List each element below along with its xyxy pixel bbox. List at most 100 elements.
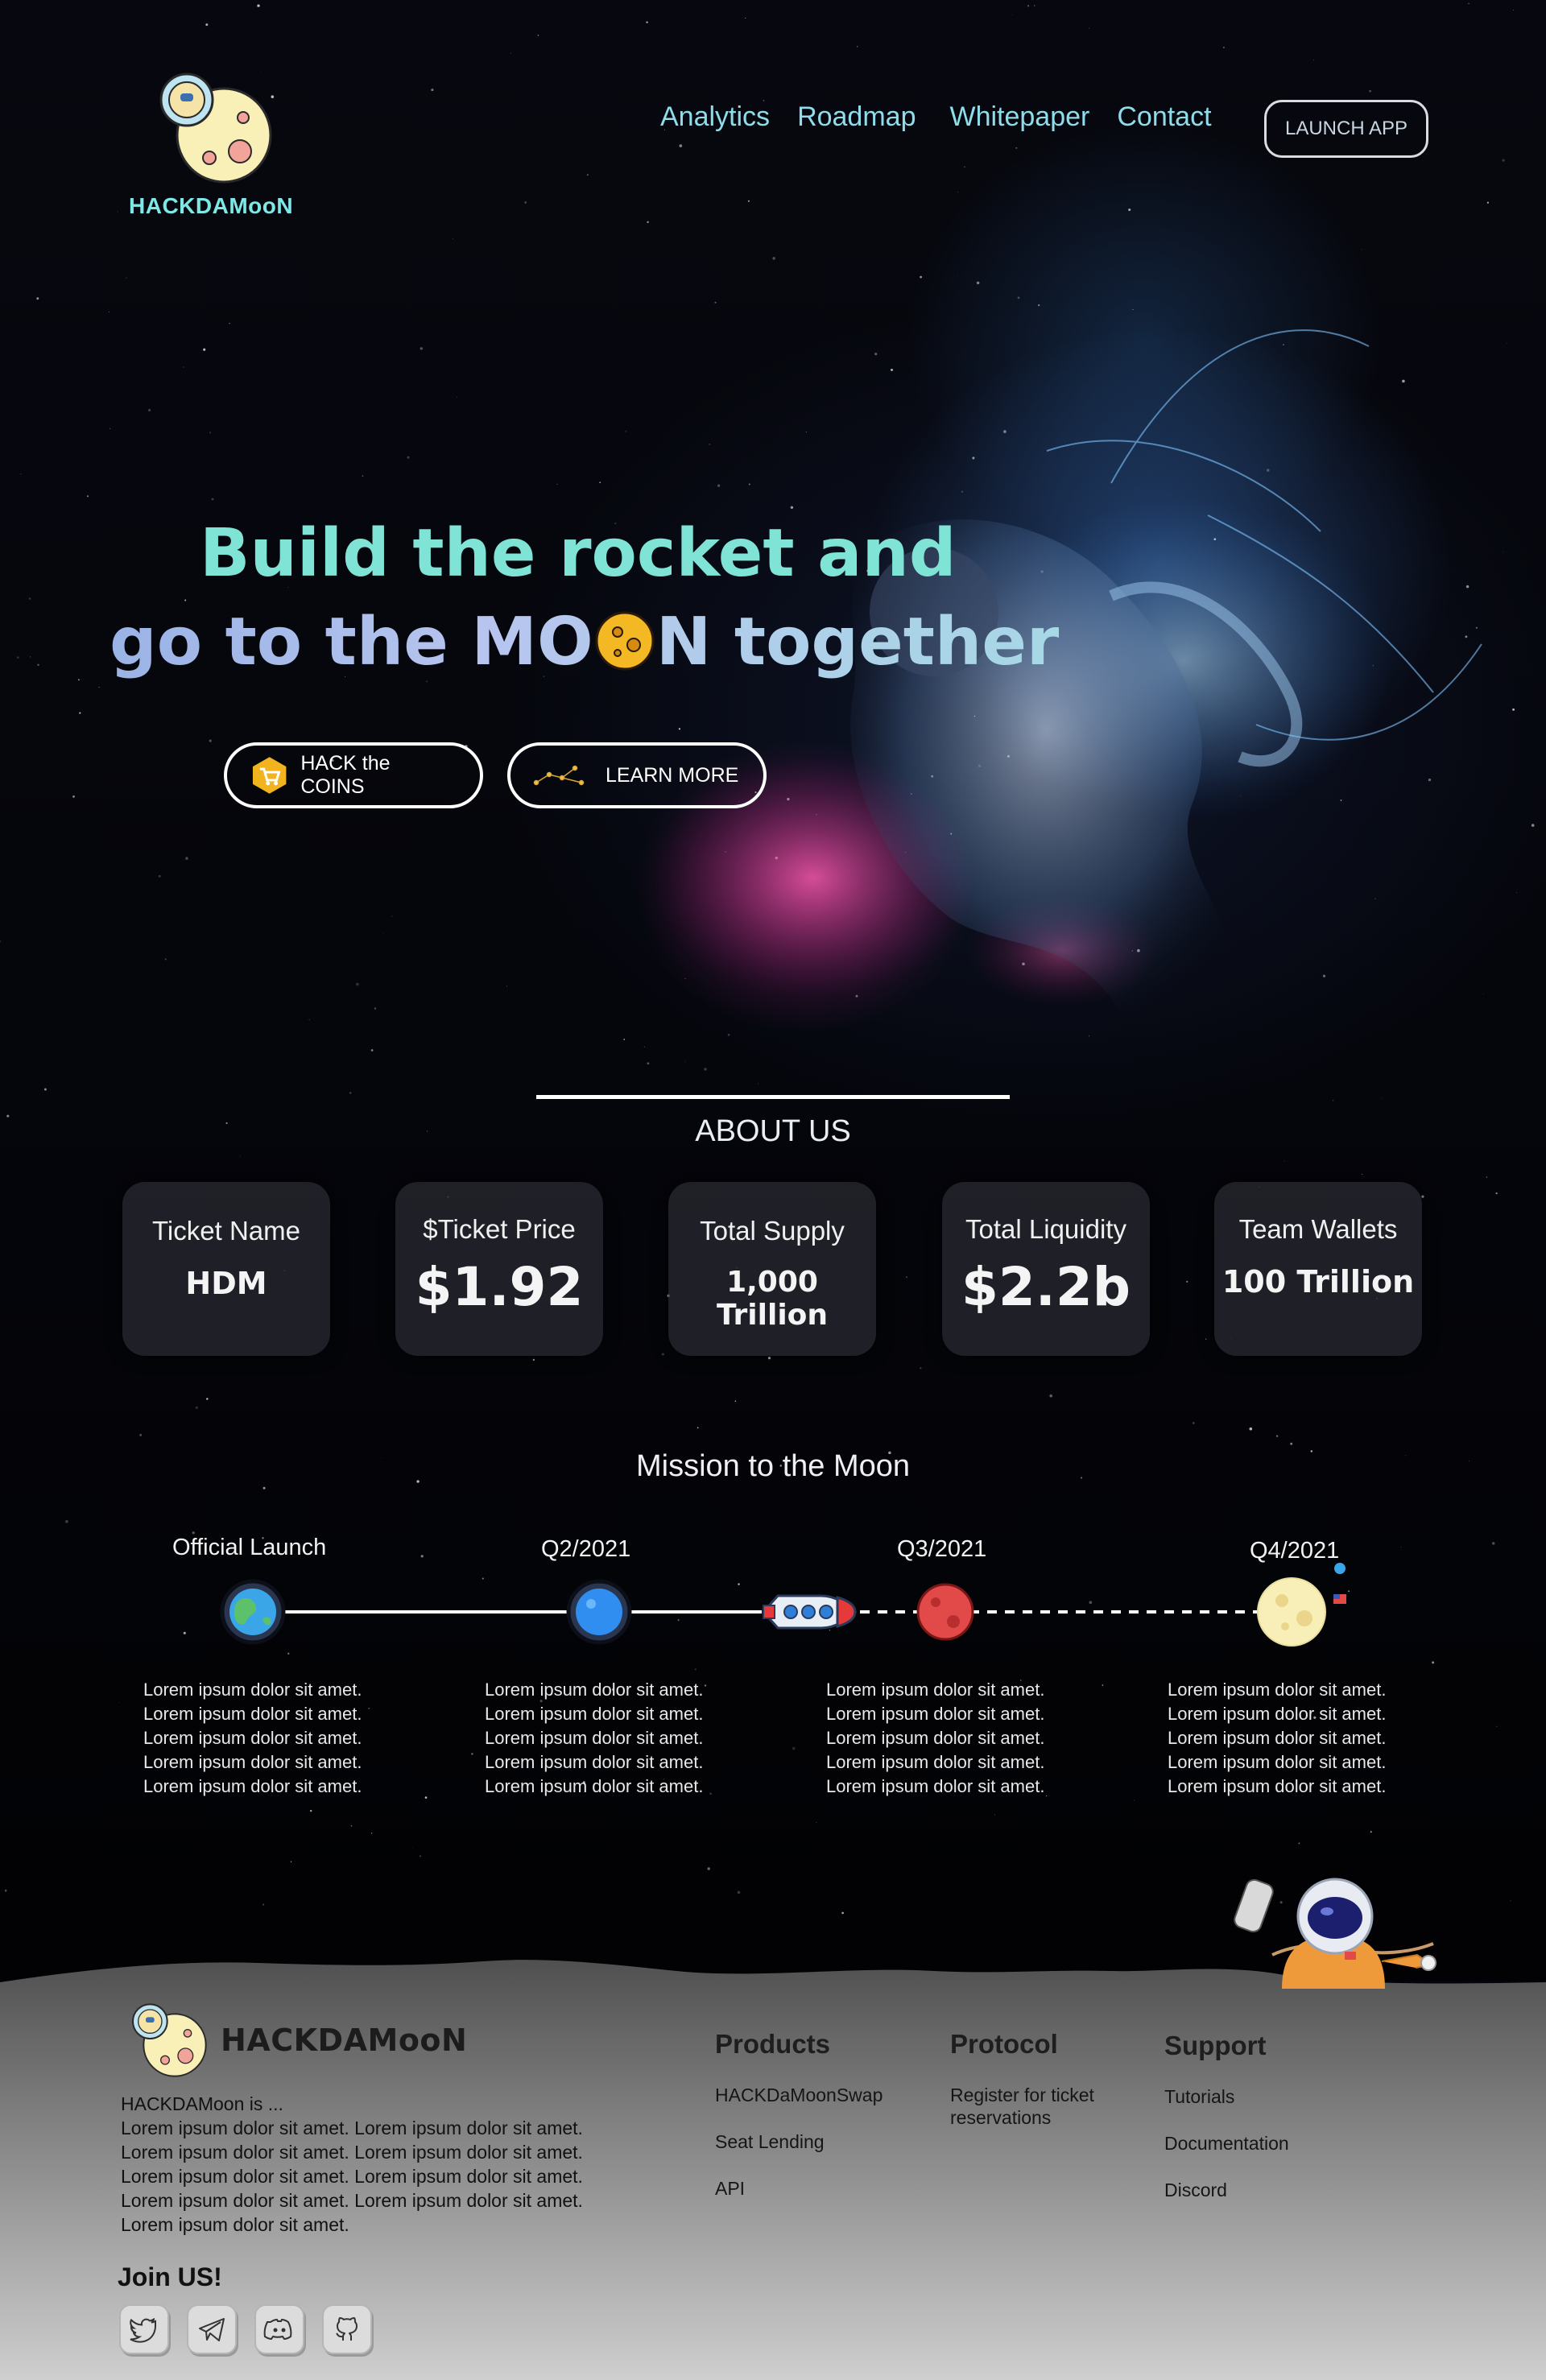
nav-whitepaper[interactable]: Whitepaper bbox=[949, 101, 1089, 133]
footer-column-protocol: Protocol Register for ticket reservation… bbox=[950, 2029, 1143, 2153]
footer-brand-name: HACKDAMooN bbox=[221, 2023, 468, 2058]
telegram-icon bbox=[199, 2318, 225, 2341]
main-nav: Analytics Roadmap Whitepaper Contact bbox=[660, 101, 1212, 133]
star bbox=[1249, 1427, 1253, 1431]
star bbox=[1284, 1160, 1285, 1162]
milestone-line: Lorem ipsum dolor sit amet. bbox=[143, 1776, 362, 1796]
star bbox=[661, 1353, 664, 1356]
launch-app-button[interactable]: LAUNCH APP bbox=[1264, 100, 1428, 158]
star bbox=[471, 1753, 473, 1755]
github-button[interactable] bbox=[322, 2304, 372, 2354]
about-divider bbox=[536, 1095, 1010, 1099]
milestone-line: Lorem ipsum dolor sit amet. bbox=[826, 1752, 1045, 1772]
star bbox=[994, 1814, 995, 1816]
milestone-line: Lorem ipsum dolor sit amet. bbox=[143, 1752, 362, 1772]
footer-desc-line: Lorem ipsum dolor sit amet. bbox=[121, 2214, 349, 2235]
nav-roadmap[interactable]: Roadmap bbox=[797, 101, 916, 133]
stat-value: HDM bbox=[185, 1266, 267, 1301]
stat-card-total-liquidity: Total Liquidity $2.2b bbox=[942, 1182, 1150, 1356]
star bbox=[1421, 1195, 1424, 1198]
footer-link-register[interactable]: Register for ticket reservations bbox=[950, 2084, 1143, 2129]
telegram-button[interactable] bbox=[187, 2304, 237, 2354]
milestone-line: Lorem ipsum dolor sit amet. bbox=[485, 1728, 704, 1748]
milestone-description: Lorem ipsum dolor sit amet. Lorem ipsum … bbox=[143, 1678, 401, 1799]
footer-link-discord[interactable]: Discord bbox=[1164, 2179, 1289, 2201]
star bbox=[1275, 1435, 1279, 1437]
twitter-icon bbox=[130, 2317, 156, 2343]
star bbox=[1298, 1842, 1300, 1845]
star bbox=[792, 1746, 796, 1750]
footer-link-tutorials[interactable]: Tutorials bbox=[1164, 2085, 1289, 2108]
discord-button[interactable] bbox=[254, 2304, 304, 2354]
footer-link-documentation[interactable]: Documentation bbox=[1164, 2132, 1289, 2155]
star bbox=[239, 1155, 241, 1157]
footer-column-title: Products bbox=[715, 2029, 831, 2059]
star bbox=[424, 1796, 428, 1799]
footer-link-seat-lending[interactable]: Seat Lending bbox=[715, 2130, 883, 2153]
stat-label: $Ticket Price bbox=[423, 1214, 576, 1244]
nav-analytics[interactable]: Analytics bbox=[660, 101, 770, 133]
milestone-line: Lorem ipsum dolor sit amet. bbox=[1168, 1752, 1387, 1772]
milestone-line: Lorem ipsum dolor sit amet. bbox=[143, 1704, 362, 1724]
astronaut-icon bbox=[1234, 1878, 1436, 1989]
roadmap-title: Mission to the Moon bbox=[635, 1449, 911, 1483]
hack-coins-label: HACK the COINS bbox=[300, 752, 391, 798]
footer-column-title: Support bbox=[1164, 2031, 1267, 2060]
roadmap-timeline bbox=[220, 1563, 1346, 1647]
footer-column-products: Products HACKDaMoonSwap Seat Lending API bbox=[715, 2029, 883, 2224]
footer-desc-line: HACKDAMoon is ... bbox=[121, 2093, 283, 2114]
star bbox=[139, 1433, 143, 1436]
milestone-line: Lorem ipsum dolor sit amet. bbox=[826, 1776, 1045, 1796]
hero-line-2-end: N together bbox=[655, 604, 1060, 680]
learn-more-button[interactable]: LEARN MORE bbox=[507, 742, 767, 808]
star bbox=[1102, 1684, 1104, 1686]
star bbox=[309, 1809, 312, 1812]
star bbox=[1049, 1394, 1052, 1398]
milestone-line: Lorem ipsum dolor sit amet. bbox=[1168, 1776, 1387, 1796]
milestone-line: Lorem ipsum dolor sit amet. bbox=[1168, 1728, 1387, 1748]
star bbox=[1192, 1421, 1195, 1424]
milestone-description: Lorem ipsum dolor sit amet. Lorem ipsum … bbox=[485, 1678, 742, 1799]
hero-line-2-start: go to the MO bbox=[110, 604, 593, 680]
milestone-line: Lorem ipsum dolor sit amet. bbox=[826, 1680, 1045, 1700]
star bbox=[1134, 1799, 1135, 1801]
star bbox=[1205, 1338, 1207, 1340]
footer-brand[interactable]: HACKDAMooN bbox=[121, 2000, 467, 2080]
about-title: ABOUT US bbox=[695, 1114, 851, 1148]
star bbox=[734, 1400, 737, 1402]
stat-card-ticket-name: Ticket Name HDM bbox=[122, 1182, 330, 1356]
stat-label: Total Supply bbox=[700, 1216, 845, 1246]
star bbox=[905, 1276, 908, 1279]
stat-label: Total Liquidity bbox=[965, 1214, 1126, 1244]
stat-card-ticket-price: $Ticket Price $1.92 bbox=[395, 1182, 603, 1356]
brand-name: HACKDAMooN bbox=[129, 193, 294, 218]
star bbox=[350, 1824, 353, 1827]
milestone-description: Lorem ipsum dolor sit amet. Lorem ipsum … bbox=[826, 1678, 1084, 1799]
stat-value: $1.92 bbox=[415, 1256, 584, 1318]
star bbox=[1290, 1442, 1293, 1445]
stat-card-team-wallets: Team Wallets 100 Trillion bbox=[1214, 1182, 1422, 1356]
star bbox=[195, 1406, 198, 1410]
hack-coins-button[interactable]: HACK the COINS bbox=[224, 742, 483, 808]
star bbox=[1496, 1725, 1498, 1727]
star bbox=[1186, 1280, 1188, 1283]
twitter-button[interactable] bbox=[119, 2304, 169, 2354]
moon-icon bbox=[1257, 1563, 1346, 1647]
learn-more-label: LEARN MORE bbox=[606, 763, 739, 787]
join-us-title: Join US! bbox=[118, 2262, 222, 2291]
milestone-line: Lorem ipsum dolor sit amet. bbox=[826, 1704, 1045, 1724]
star bbox=[118, 1702, 120, 1704]
milestone-description: Lorem ipsum dolor sit amet. Lorem ipsum … bbox=[1168, 1678, 1425, 1799]
footer-link-api[interactable]: API bbox=[715, 2177, 883, 2200]
footer-link-swap[interactable]: HACKDaMoonSwap bbox=[715, 2084, 883, 2106]
star bbox=[1495, 1192, 1498, 1195]
stat-label: Ticket Name bbox=[152, 1216, 300, 1246]
footer-desc-line: Lorem ipsum dolor sit amet. Lorem ipsum … bbox=[121, 2166, 583, 2187]
brand-logo[interactable]: HACKDAMooN bbox=[129, 68, 294, 219]
mars-icon bbox=[916, 1583, 974, 1641]
nav-contact[interactable]: Contact bbox=[1117, 101, 1211, 133]
github-icon bbox=[336, 2317, 358, 2341]
earth-icon bbox=[220, 1579, 286, 1645]
stat-value: $2.2b bbox=[961, 1256, 1131, 1318]
milestone-line: Lorem ipsum dolor sit amet. bbox=[826, 1728, 1045, 1748]
